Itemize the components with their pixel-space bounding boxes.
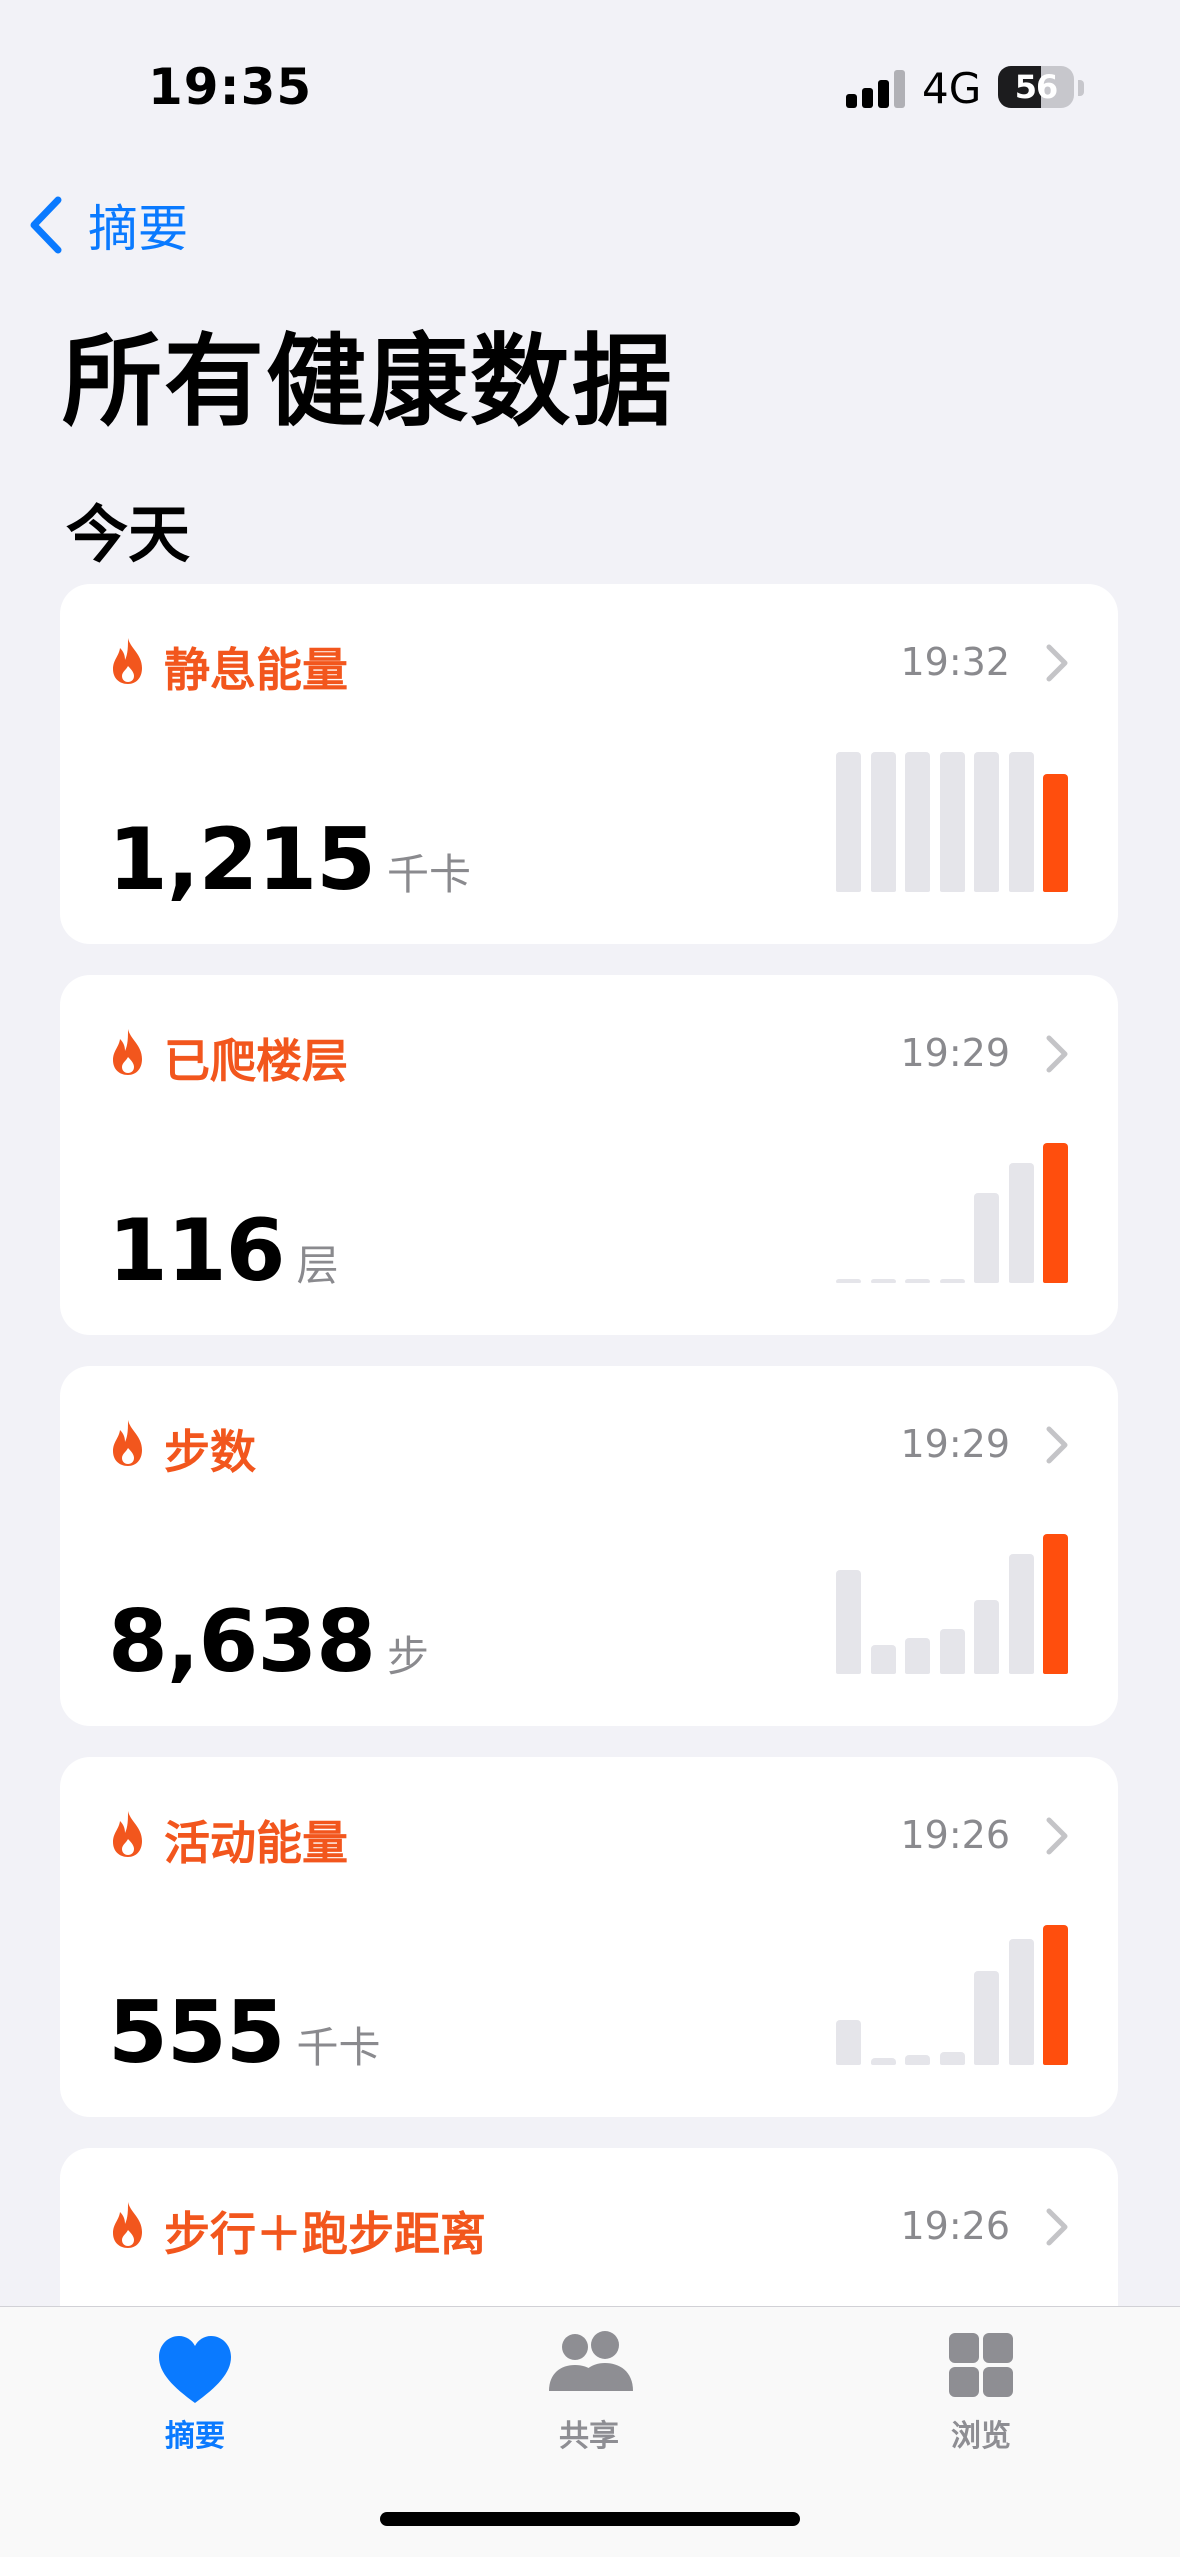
tab-summary[interactable]: 摘要 — [95, 2327, 295, 2477]
bar-today — [1043, 1143, 1068, 1283]
heart-icon — [159, 2336, 231, 2403]
flame-icon — [113, 638, 142, 684]
network-type: 4G — [922, 64, 982, 113]
bar-past — [836, 1570, 861, 1674]
flame-icon — [113, 1420, 142, 1466]
metric-card-resting-energy[interactable]: 静息能量 19:32 1,215 千卡 — [60, 584, 1118, 944]
bar-past — [1009, 752, 1034, 892]
flame-icon — [113, 1029, 142, 1075]
chevron-left-icon — [30, 196, 62, 254]
metric-time: 19:29 — [900, 1031, 1010, 1075]
metric-card-flights-climbed[interactable]: 已爬楼层 19:29 116 层 — [60, 975, 1118, 1335]
bar-past — [871, 752, 896, 892]
metric-value: 8,638 步 — [108, 1592, 429, 1692]
bar-past — [1009, 1163, 1034, 1283]
metric-value: 555 千卡 — [108, 1983, 381, 2083]
chevron-right-icon — [1046, 644, 1068, 682]
metric-unit: 层 — [296, 1241, 339, 1290]
bar-past — [974, 752, 999, 892]
bar-today — [1043, 774, 1068, 892]
bar-past — [905, 752, 930, 892]
mini-bar-chart — [836, 1925, 1076, 2065]
metric-unit: 千卡 — [296, 2023, 381, 2072]
battery-icon: 56 — [998, 66, 1074, 108]
bar-past — [871, 1645, 896, 1674]
bar-past — [836, 2020, 861, 2065]
tab-label: 共享 — [559, 2419, 619, 2454]
section-title-today: 今天 — [66, 498, 191, 571]
tab-browse[interactable]: 浏览 — [881, 2327, 1081, 2477]
mini-bar-chart — [836, 752, 1076, 892]
chevron-right-icon — [1046, 1035, 1068, 1073]
cellular-signal-icon — [846, 68, 906, 108]
metric-name: 活动能量 — [164, 1816, 348, 1870]
battery-level: 56 — [1014, 68, 1059, 106]
card-header: 步行＋跑步距离 19:26 — [108, 2190, 1070, 2261]
bar-past — [836, 1279, 861, 1283]
bar-today — [1043, 1925, 1068, 2065]
metric-time: 19:26 — [900, 2204, 1010, 2248]
card-header: 已爬楼层 19:29 — [108, 1017, 1070, 1088]
metric-time: 19:32 — [900, 640, 1010, 684]
bar-past — [940, 2052, 965, 2065]
metric-number: 8,638 — [108, 1592, 376, 1692]
metric-value: 116 层 — [108, 1201, 339, 1301]
bar-past — [974, 1971, 999, 2065]
mini-bar-chart — [836, 1534, 1076, 1674]
grid-icon — [949, 2333, 1013, 2397]
bar-past — [1009, 1554, 1034, 1674]
chevron-right-icon — [1046, 1817, 1068, 1855]
metric-time: 19:26 — [900, 1813, 1010, 1857]
metric-card-active-energy[interactable]: 活动能量 19:26 555 千卡 — [60, 1757, 1118, 2117]
flame-icon — [113, 1811, 142, 1857]
chevron-right-icon — [1046, 1426, 1068, 1464]
bar-past — [905, 1638, 930, 1674]
people-icon — [549, 2331, 633, 2391]
bar-past — [1009, 1939, 1034, 2065]
bar-past — [905, 2055, 930, 2065]
chevron-right-icon — [1046, 2208, 1068, 2246]
bar-past — [836, 752, 861, 892]
bar-past — [974, 1600, 999, 1674]
battery-cap — [1078, 80, 1084, 96]
bar-past — [940, 752, 965, 892]
metric-name: 已爬楼层 — [164, 1034, 348, 1088]
metric-number: 555 — [108, 1983, 286, 2083]
metric-number: 116 — [108, 1201, 286, 1301]
home-indicator — [380, 2512, 800, 2526]
metric-name: 步数 — [164, 1425, 256, 1479]
metric-time: 19:29 — [900, 1422, 1010, 1466]
status-time: 19:35 — [148, 58, 313, 116]
metric-unit: 千卡 — [387, 850, 472, 899]
status-bar: 19:35 4G 56 — [0, 0, 1180, 160]
card-header: 活动能量 19:26 — [108, 1799, 1070, 1870]
flame-icon — [113, 2202, 142, 2248]
back-button[interactable]: 摘要 — [26, 190, 188, 260]
mini-bar-chart — [836, 1143, 1076, 1283]
back-label: 摘要 — [88, 200, 188, 258]
metric-value: 1,215 千卡 — [108, 810, 471, 910]
page-title: 所有健康数据 — [62, 323, 674, 440]
metric-unit: 步 — [387, 1632, 430, 1681]
bar-past — [871, 2058, 896, 2065]
metric-number: 1,215 — [108, 810, 376, 910]
bar-past — [974, 1193, 999, 1283]
bar-past — [905, 1279, 930, 1283]
tab-label: 浏览 — [951, 2419, 1011, 2454]
bar-past — [940, 1629, 965, 1674]
metric-name: 静息能量 — [164, 643, 348, 697]
metric-name: 步行＋跑步距离 — [164, 2207, 486, 2261]
metric-card-steps[interactable]: 步数 19:29 8,638 步 — [60, 1366, 1118, 1726]
bar-past — [871, 1279, 896, 1283]
card-header: 步数 19:29 — [108, 1408, 1070, 1479]
tab-sharing[interactable]: 共享 — [489, 2327, 689, 2477]
bar-past — [940, 1279, 965, 1283]
card-header: 静息能量 19:32 — [108, 626, 1070, 697]
tab-label: 摘要 — [165, 2419, 225, 2454]
bar-today — [1043, 1534, 1068, 1674]
